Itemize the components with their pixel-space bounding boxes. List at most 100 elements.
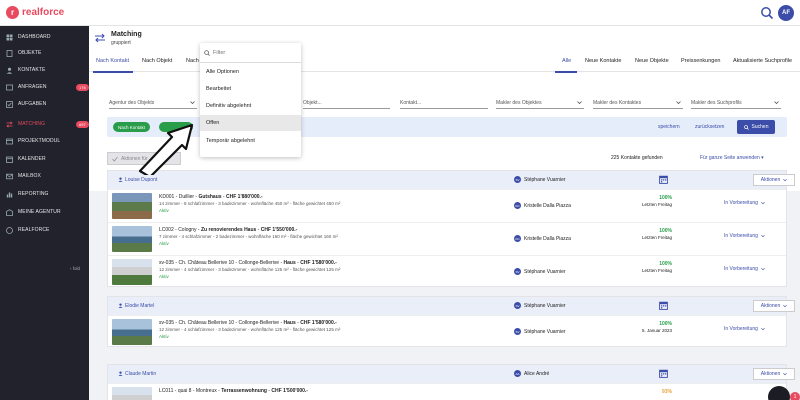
tab-alle[interactable]: Alle	[562, 58, 571, 64]
stage-select[interactable]: In Vorbereitung	[724, 233, 765, 239]
dropdown-option-bearbeitet[interactable]: Bearbeitet	[200, 81, 301, 97]
agent-avatar: KD	[514, 202, 521, 209]
group-header: Elodie Martel SV Stéphane Vuarnier Aktionen	[108, 297, 795, 315]
tab-nach-more[interactable]: Nach	[186, 58, 199, 64]
property-thumbnail[interactable]	[112, 319, 152, 345]
agency-filter-select[interactable]: Agentur des Objekts	[109, 97, 197, 109]
sidebar-item-realforce[interactable]: REALFORCE	[0, 222, 89, 238]
property-title-line[interactable]: sv-035 - Ch. Château Bellerive 10 - Coll…	[159, 320, 337, 326]
agent-name: Kristelle Dalla Piazza	[524, 202, 571, 209]
agency-filter-label: Agentur des Objekts	[109, 99, 155, 106]
property-row[interactable]: KD001 - Duillier - Gutshaus - CHF 1'880'…	[108, 189, 786, 221]
property-row[interactable]: LC002 - Cologny - Zu renovierendes Haus …	[108, 222, 786, 254]
save-filter-link[interactable]: speichern	[658, 124, 680, 130]
reset-filter-link[interactable]: zurücksetzen	[695, 124, 724, 130]
swap-arrows-icon[interactable]	[94, 33, 106, 43]
agent-avatar: AA	[514, 370, 521, 377]
sidebar-item-kontakte[interactable]: KONTAKTE	[0, 62, 89, 78]
search-button[interactable]: Suchen	[737, 120, 775, 134]
sidebar-item-dashboard[interactable]: DASHBOARD	[0, 29, 89, 45]
agent-name: Alice André	[524, 370, 550, 377]
contact-link[interactable]: Louise Dupont	[118, 177, 157, 183]
property-thumbnail[interactable]	[112, 259, 152, 285]
property-row[interactable]: LC011 - quai 8 - Montreux - Terrassenwoh…	[108, 383, 786, 400]
sidebar-item-reporting[interactable]: REPORTING	[0, 186, 89, 202]
search-icon[interactable]	[760, 6, 774, 20]
tab-neue-objekte[interactable]: Neue Objekte	[635, 58, 669, 64]
stage-select[interactable]: In Vorbereitung	[724, 266, 765, 272]
property-details: 12 zimmer - 4 schlafzimmer - 3 badezimme…	[159, 267, 341, 272]
sidebar-item-mailbox[interactable]: MAILBOX	[0, 168, 89, 184]
dropdown-option-alle[interactable]: Alle Optionen	[200, 64, 301, 80]
property-details: 12 zimmer - 4 schlafzimmer - 3 badezimme…	[159, 327, 341, 332]
stage-label: In Vorbereitung	[724, 266, 758, 272]
property-row[interactable]: sv-035 - Ch. Château Bellerive 10 - Coll…	[108, 255, 786, 287]
broker-object-label: Makler des Objektes	[496, 99, 542, 106]
property-title-line[interactable]: LC002 - Cologny - Zu renovierendes Haus …	[159, 227, 297, 233]
chevron-down-icon	[774, 100, 779, 105]
property-thumbnail[interactable]	[112, 226, 152, 252]
property-thumbnail[interactable]	[112, 387, 152, 400]
calendar-icon[interactable]	[659, 175, 668, 184]
property-title-line[interactable]: KD001 - Duillier - Gutshaus - CHF 1'880'…	[159, 194, 263, 200]
property-price: CHF 1'580'000.-	[300, 320, 337, 326]
contact-filter-input[interactable]: Kontakt...	[400, 97, 488, 109]
property-row[interactable]: sv-035 - Ch. Château Bellerive 10 - Coll…	[108, 315, 786, 347]
tab-nach-kontakt[interactable]: Nach Kontakt	[96, 58, 129, 64]
property-place: quai 8 - Montreux	[177, 388, 217, 394]
dropdown-option-offen[interactable]: Offen	[200, 115, 301, 131]
sidebar-item-aufgaben[interactable]: AUFGABEN	[0, 96, 89, 112]
match-score: 100%	[659, 321, 672, 327]
broker-contact-select[interactable]: Makler des Kontaktes	[593, 97, 683, 109]
property-agent: SV Stéphane Vuarnier	[514, 328, 566, 335]
property-code: LC002	[159, 227, 174, 233]
stage-select[interactable]: In Vorbereitung	[724, 326, 765, 332]
sidebar-item-projektmodul[interactable]: PROJEKTMODUL	[0, 133, 89, 149]
sidebar-collapse-toggle[interactable]: ‹ fold	[70, 266, 80, 271]
calendar-icon[interactable]	[659, 369, 668, 378]
logo-mark-icon: r	[6, 6, 19, 19]
apply-page-select[interactable]: Für ganze Seite anwenden ▾	[700, 155, 764, 161]
tab-nach-objekt[interactable]: Nach Objekt	[142, 58, 172, 64]
chart-icon	[6, 191, 13, 198]
user-avatar[interactable]: AF	[778, 5, 794, 21]
group-actions-label: Aktionen	[760, 303, 781, 309]
top-bar: r realforce AF	[0, 0, 800, 26]
contact-link[interactable]: Elodie Martel	[118, 303, 154, 309]
sidebar-item-meine-agentur[interactable]: MEINE AGENTUR	[0, 204, 89, 220]
broker-profile-select[interactable]: Makler des Suchprofils	[691, 97, 781, 109]
property-title-line[interactable]: sv-035 - Ch. Château Bellerive 10 - Coll…	[159, 260, 337, 266]
sidebar-item-objekte[interactable]: OBJEKTE	[0, 45, 89, 61]
logo[interactable]: r realforce	[6, 6, 64, 19]
sidebar-item-kalender[interactable]: KALENDER	[0, 151, 89, 167]
agent-avatar: KD	[514, 235, 521, 242]
property-title-line[interactable]: LC011 - quai 8 - Montreux - Terrassenwoh…	[159, 388, 308, 394]
stage-label: In Vorbereitung	[724, 326, 758, 332]
stage-select[interactable]: In Vorbereitung	[724, 200, 765, 206]
property-agent: KD Kristelle Dalla Piazza	[514, 235, 571, 242]
object-filter-input[interactable]: Objekt...	[303, 97, 390, 109]
tab-neue-kontakte[interactable]: Neue Kontakte	[585, 58, 621, 64]
property-status: Aktiv	[159, 334, 169, 339]
group-agent: AA Alice André	[514, 370, 549, 377]
dropdown-search	[200, 43, 301, 63]
contact-link[interactable]: Claude Martin	[118, 371, 156, 377]
group-actions-button[interactable]: Aktionen	[753, 174, 795, 186]
sidebar-item-label: DASHBOARD	[18, 34, 51, 40]
match-score: 93%	[661, 389, 672, 395]
group-actions-button[interactable]: Aktionen	[753, 300, 795, 312]
dropdown-option-temporaer-abgelehnt[interactable]: Temporär abgelehnt	[200, 133, 301, 149]
property-price: CHF 1'500'000.-	[271, 388, 308, 394]
broker-object-select[interactable]: Makler des Objektes	[496, 97, 584, 109]
calendar-icon[interactable]	[659, 301, 668, 310]
person-icon	[118, 371, 123, 376]
match-score: 100%	[659, 228, 672, 234]
tab-aktualisierte-suchprofile[interactable]: Aktualisierte Suchprofile	[733, 58, 792, 64]
tab-preissenkungen[interactable]: Preissenkungen	[681, 58, 720, 64]
property-thumbnail[interactable]	[112, 193, 152, 219]
group-actions-button[interactable]: Aktionen	[753, 368, 795, 380]
dropdown-filter-input[interactable]	[213, 49, 288, 56]
match-date: Letzten Freitag	[641, 235, 672, 240]
dropdown-option-definitiv-abgelehnt[interactable]: Definitiv abgelehnt	[200, 98, 301, 114]
sidebar-item-label: MAILBOX	[18, 173, 41, 179]
